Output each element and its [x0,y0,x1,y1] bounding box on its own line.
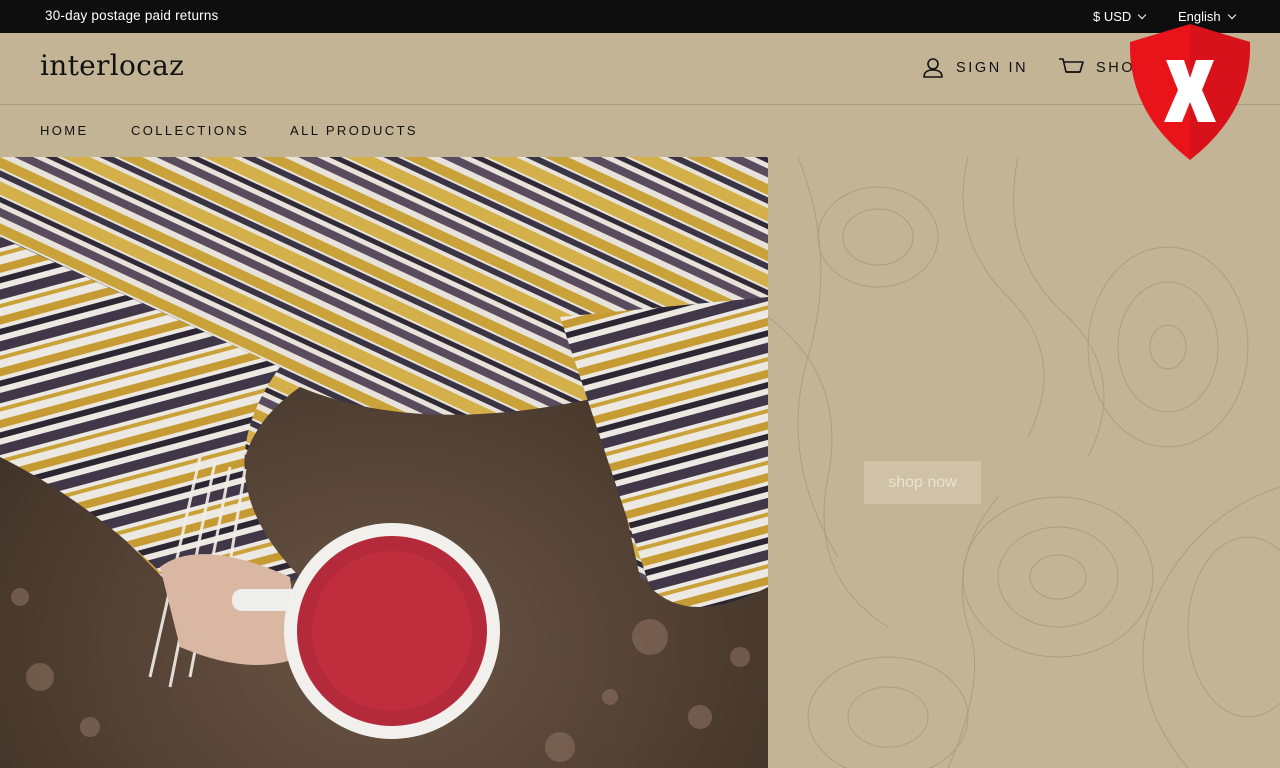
hero-image [0,157,768,768]
topographic-pattern [768,157,1280,768]
announcement-text: 30-day postage paid returns [45,8,219,23]
red-shield-x-icon[interactable] [1126,22,1254,162]
cart-icon [1059,58,1084,73]
chevron-down-icon [1138,10,1147,19]
announcement-bar: 30-day postage paid returns $ USD Englis… [0,0,1280,33]
nav-item-home[interactable]: HOME [40,123,89,138]
hero-content-panel [768,157,1280,768]
shop-now-button[interactable]: shop now [864,461,981,504]
sign-in-label: SIGN IN [956,60,1029,76]
blanket-tea-photo [0,157,768,768]
main-nav: HOME COLLECTIONS ALL PRODUCTS [0,106,1280,157]
nav-item-all-products[interactable]: ALL PRODUCTS [290,123,418,138]
site-header: interlocaz SIGN IN SHO [0,33,1280,105]
nav-item-collections[interactable]: COLLECTIONS [131,123,249,138]
shop-cart-link[interactable]: SHO [1058,57,1135,79]
chevron-down-icon [1227,10,1236,19]
site-logo[interactable]: interlocaz [40,49,184,82]
sign-in-link[interactable]: SIGN IN [922,57,1028,79]
user-icon [923,58,943,78]
